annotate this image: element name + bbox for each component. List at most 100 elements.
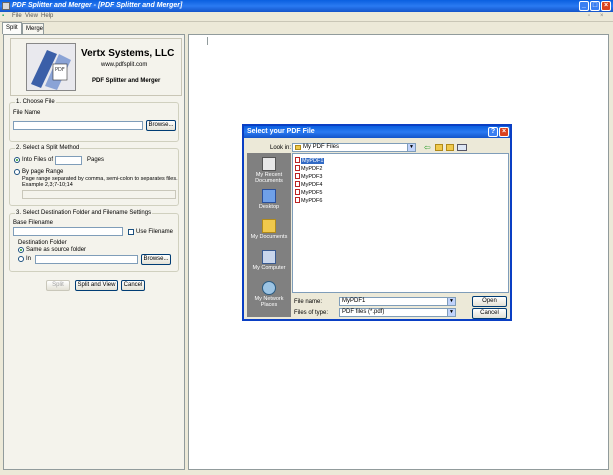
file-name-label: File Name	[13, 110, 41, 116]
use-filename-checkbox[interactable]	[128, 229, 134, 235]
in-folder-radio[interactable]	[18, 256, 24, 262]
pdf-icon	[295, 173, 300, 179]
section3-legend: 3. Select Destination Folder and Filenam…	[15, 210, 153, 216]
desktop-icon	[262, 189, 276, 203]
chevron-down-icon: ▼	[407, 144, 415, 151]
pdf-icon	[295, 157, 300, 163]
range-example-text: Example 2,3;7-10;14	[22, 182, 73, 188]
destination-folder-label: Destination Folder	[18, 240, 67, 246]
cancel-button[interactable]: Cancel	[121, 280, 145, 291]
file-type-combo[interactable]: PDF files (*.pdf) ▼	[339, 308, 456, 317]
chevron-down-icon: ▼	[447, 309, 455, 316]
file-item[interactable]: MyPDF3	[295, 173, 322, 180]
base-filename-input[interactable]	[13, 227, 123, 236]
file-item[interactable]: MyPDF5	[295, 189, 322, 196]
maximize-button[interactable]: □	[590, 1, 600, 11]
use-filename-label: Use Filename	[136, 229, 174, 235]
chevron-down-icon: ▼	[447, 298, 455, 305]
by-page-range-radio[interactable]	[14, 169, 20, 175]
mdi-restore-icon[interactable]: ▫	[588, 13, 590, 19]
network-places-icon	[262, 281, 276, 295]
same-as-source-label: Same as source folder	[26, 247, 87, 253]
window-title: PDF Splitter and Merger - [PDF Splitter …	[12, 2, 183, 9]
file-type-label: Files of type:	[294, 310, 329, 316]
base-filename-label: Base Filename	[13, 220, 54, 226]
product-name: PDF Splitter and Merger	[92, 78, 161, 84]
place-my-documents[interactable]: My Documents	[247, 219, 291, 240]
file-item[interactable]: MyPDF6	[295, 197, 322, 204]
file-item[interactable]: MyPDF2	[295, 165, 322, 172]
browse-file-button[interactable]: Browse...	[146, 120, 176, 131]
pages-label: Pages	[87, 157, 105, 163]
tab-split[interactable]: Split	[2, 22, 22, 34]
menu-help[interactable]: Help	[41, 13, 53, 19]
same-as-source-radio[interactable]	[18, 247, 24, 253]
pdf-icon	[295, 189, 300, 195]
browse-folder-button[interactable]: Browse...	[141, 254, 171, 265]
pdf-icon	[295, 165, 300, 171]
dialog-close-button[interactable]: ×	[499, 127, 509, 137]
place-label: My Documents	[250, 234, 288, 240]
page-range-input[interactable]	[22, 190, 176, 199]
place-label: My Recent Documents	[255, 172, 283, 184]
file-name-input[interactable]	[13, 121, 143, 130]
pdf-icon	[295, 181, 300, 187]
file-name-combo[interactable]: MyPDF1 ▼	[339, 297, 456, 306]
split-button[interactable]: Split	[46, 280, 70, 291]
product-logo: PDF	[26, 43, 76, 91]
places-bar: My Recent Documents Desktop My Documents…	[247, 153, 291, 317]
split-and-view-button[interactable]: Split and View	[75, 280, 118, 291]
menu-app-icon[interactable]: ▪	[2, 13, 4, 19]
look-in-value: My PDF Files	[303, 144, 339, 150]
file-item[interactable]: MyPDF4	[295, 181, 322, 188]
my-computer-icon	[262, 250, 276, 264]
place-label: My Computer	[252, 265, 286, 271]
menu-view[interactable]: View	[25, 13, 38, 19]
dialog-help-button[interactable]: ?	[488, 127, 498, 137]
place-desktop[interactable]: Desktop	[247, 189, 291, 210]
file-list: MyPDF1 MyPDF2 MyPDF3 MyPDF4 MyPDF5 MyPDF…	[292, 153, 509, 293]
app-icon[interactable]	[2, 2, 10, 10]
website-link[interactable]: www.pdfsplit.com	[101, 62, 147, 68]
choose-file-group: 1. Choose File File Name Browse...	[9, 99, 179, 142]
back-icon[interactable]: ⇦	[424, 144, 432, 152]
place-my-computer[interactable]: My Computer	[247, 250, 291, 271]
place-network[interactable]: My Network Places	[247, 281, 291, 308]
look-in-combo[interactable]: My PDF Files ▼	[292, 143, 416, 152]
file-type-value: PDF files (*.pdf)	[342, 309, 385, 315]
dialog-title: Select your PDF File	[244, 126, 510, 138]
place-label: Desktop	[258, 204, 280, 210]
close-button[interactable]: ×	[601, 1, 611, 11]
place-label: My Network Places	[254, 296, 284, 308]
folder-icon	[295, 145, 301, 150]
dialog-cancel-button[interactable]: Cancel	[472, 308, 507, 319]
mdi-close-icon[interactable]: ×	[600, 13, 604, 19]
split-method-group: 2. Select a Split Method Into Files of P…	[9, 145, 179, 206]
section2-legend: 2. Select a Split Method	[15, 145, 81, 151]
pdf-icon	[295, 197, 300, 203]
preview-tab-stub	[188, 37, 208, 45]
minimize-button[interactable]: _	[579, 1, 589, 11]
open-button[interactable]: Open	[472, 296, 507, 307]
file-item[interactable]: MyPDF1	[295, 157, 325, 164]
menu-file[interactable]: File	[12, 13, 22, 19]
file-open-dialog: Select your PDF File ? × Look in: My PDF…	[242, 124, 512, 321]
tab-merge[interactable]: Merge	[22, 23, 44, 34]
section1-legend: 1. Choose File	[15, 99, 56, 105]
file-name-value: MyPDF1	[342, 298, 366, 304]
logo-text: PDF	[55, 67, 65, 73]
title-bar: PDF Splitter and Merger - [PDF Splitter …	[0, 0, 613, 12]
recent-documents-icon	[262, 157, 276, 171]
into-files-radio[interactable]	[14, 157, 20, 163]
in-folder-label: In	[26, 256, 32, 262]
destination-group: 3. Select Destination Folder and Filenam…	[9, 210, 179, 272]
menu-bar: ▪ File View Help ▫ ×	[0, 12, 613, 22]
views-menu-icon[interactable]	[457, 144, 467, 151]
new-folder-icon[interactable]	[446, 144, 454, 151]
up-folder-icon[interactable]	[435, 144, 443, 151]
in-folder-input[interactable]	[35, 255, 138, 264]
by-page-range-label: By page Range	[22, 169, 64, 175]
pages-input[interactable]	[55, 156, 82, 165]
place-recent-documents[interactable]: My Recent Documents	[247, 157, 291, 184]
my-documents-icon	[262, 219, 276, 233]
